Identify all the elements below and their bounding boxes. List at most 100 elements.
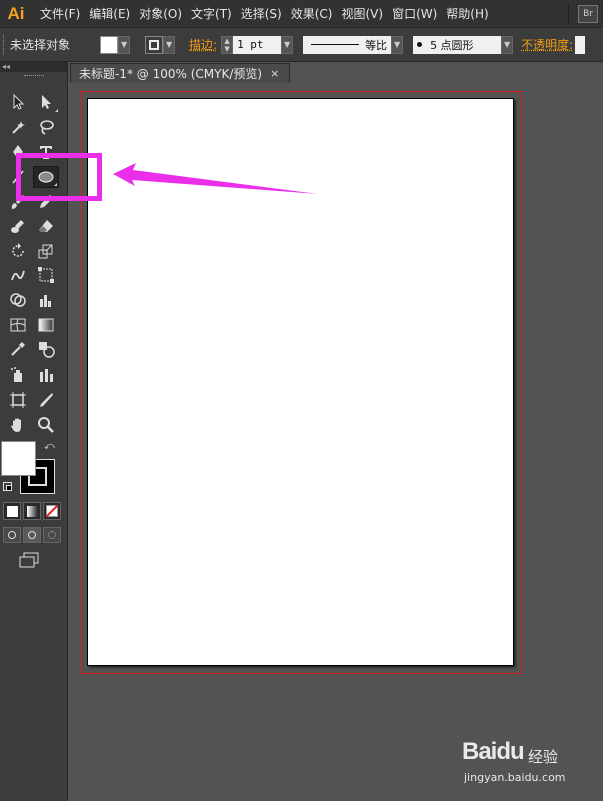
eraser-icon xyxy=(39,220,53,232)
slice-tool[interactable] xyxy=(33,389,59,411)
eyedropper-icon xyxy=(11,342,25,356)
symbol-sprayer-icon xyxy=(11,367,22,382)
rotate-icon xyxy=(12,243,24,257)
none-swatch-icon xyxy=(46,505,58,517)
brush-field: 5 点圆形 xyxy=(413,35,502,54)
magic-wand-icon xyxy=(12,121,25,134)
menu-edit[interactable]: 编辑(E) xyxy=(89,5,130,22)
shape-builder-tool[interactable] xyxy=(5,289,31,311)
artboard-tool[interactable] xyxy=(5,389,31,411)
watermark-cn: 经验 xyxy=(528,748,559,766)
menu-help[interactable]: 帮助(H) xyxy=(446,5,488,22)
magic-wand-tool[interactable] xyxy=(5,116,31,138)
column-graph-tool[interactable] xyxy=(33,364,59,386)
screen-mode-button[interactable] xyxy=(18,551,42,569)
menu-effect[interactable]: 效果(C) xyxy=(291,5,333,22)
stroke-swatch[interactable] xyxy=(145,35,164,54)
opacity-label[interactable]: 不透明度: xyxy=(521,36,573,53)
control-bar-grip[interactable] xyxy=(3,34,5,55)
scale-tool[interactable] xyxy=(33,240,59,262)
menu-separator xyxy=(568,4,569,24)
tools-panel-collapse[interactable]: ◂◂ xyxy=(0,62,67,72)
fill-swatch[interactable] xyxy=(100,35,119,54)
menu-type[interactable]: 文字(T) xyxy=(191,5,232,22)
lasso-tool[interactable] xyxy=(33,116,59,138)
draw-behind-button[interactable] xyxy=(23,527,41,543)
opacity-input[interactable] xyxy=(575,35,586,54)
blend-tool[interactable] xyxy=(33,338,59,360)
baidu-watermark: Baidu 经验 jingyan.baidu.com xyxy=(462,738,572,788)
column-graph-icon xyxy=(40,369,53,382)
chevron-down-icon[interactable]: ▼ xyxy=(163,35,176,54)
gradient-icon xyxy=(38,318,54,332)
brush-control[interactable]: 5 点圆形 ▼ xyxy=(413,35,514,54)
zoom-icon xyxy=(38,417,54,433)
slice-icon xyxy=(40,393,53,407)
selection-status: 未选择对象 xyxy=(10,38,71,52)
draw-inside-button[interactable] xyxy=(43,527,61,543)
chevron-down-icon[interactable]: ▼ xyxy=(501,35,514,54)
stroke-profile-value: 等比 xyxy=(365,38,388,52)
zoom-tool[interactable] xyxy=(33,414,59,436)
none-mode-button[interactable] xyxy=(43,502,61,520)
draw-normal-button[interactable] xyxy=(3,527,21,543)
free-transform-icon xyxy=(38,267,54,283)
selection-arrow-icon xyxy=(13,93,25,110)
menu-select[interactable]: 选择(S) xyxy=(241,5,282,22)
stroke-profile-line-icon xyxy=(311,44,360,45)
watermark-url: jingyan.baidu.com xyxy=(464,771,566,784)
direct-selection-icon xyxy=(42,95,51,109)
artboard[interactable] xyxy=(87,98,514,666)
close-icon[interactable]: × xyxy=(270,67,279,80)
fill-control[interactable]: ▼ xyxy=(100,35,131,54)
stroke-profile-control[interactable]: 等比 ▼ xyxy=(303,35,404,54)
warp-tool[interactable] xyxy=(5,264,31,286)
document-tab[interactable]: 未标题-1* @ 100% (CMYK/预览) × xyxy=(70,63,290,83)
menu-object[interactable]: 对象(O) xyxy=(139,5,182,22)
chevron-down-icon[interactable]: ▼ xyxy=(391,35,404,54)
mesh-tool[interactable] xyxy=(5,314,31,336)
menu-file[interactable]: 文件(F) xyxy=(40,5,80,22)
watermark-brand: Baidu xyxy=(462,738,525,765)
gradient-mode-button[interactable] xyxy=(23,502,41,520)
app-logo: Ai xyxy=(7,3,25,23)
blob-brush-tool[interactable] xyxy=(5,215,31,237)
eraser-tool[interactable] xyxy=(33,215,59,237)
eyedropper-tool[interactable] xyxy=(5,338,31,360)
free-transform-tool[interactable] xyxy=(33,264,59,286)
hand-icon xyxy=(11,418,21,432)
stroke-weight-input[interactable]: 1 pt xyxy=(233,35,282,54)
lasso-icon xyxy=(40,120,54,135)
control-bar: 未选择对象 ▼ ▼ 描边: ▲ ▼ 1 pt ▼ 等比 ▼ 5 点圆形 ▼ 不透明… xyxy=(0,28,603,62)
shape-builder-icon xyxy=(10,293,26,307)
graph-tool[interactable] xyxy=(33,289,59,311)
mesh-icon xyxy=(10,318,26,332)
hand-tool[interactable] xyxy=(5,414,31,436)
direct-selection-tool[interactable] xyxy=(33,91,59,113)
brush-value: 5 点圆形 xyxy=(430,38,474,52)
chevron-down-icon[interactable]: ▼ xyxy=(118,35,131,54)
menu-window[interactable]: 窗口(W) xyxy=(392,5,437,22)
stroke-control[interactable]: ▼ xyxy=(145,35,176,54)
stroke-profile-field: 等比 xyxy=(303,35,392,54)
menu-view[interactable]: 视图(V) xyxy=(341,5,383,22)
bar-graph-icon xyxy=(40,295,51,307)
bridge-button[interactable]: Br xyxy=(578,5,598,23)
blend-icon xyxy=(39,342,55,358)
selection-tool[interactable] xyxy=(5,91,31,113)
gradient-tool[interactable] xyxy=(33,314,59,336)
fill-color-swatch[interactable] xyxy=(1,441,36,476)
color-mode-button[interactable] xyxy=(3,502,21,520)
menu-bar: Ai 文件(F) 编辑(E) 对象(O) 文字(T) 选择(S) 效果(C) 视… xyxy=(0,0,603,28)
stroke-label[interactable]: 描边: xyxy=(189,36,217,53)
warp-icon xyxy=(11,270,25,281)
chevron-down-icon[interactable]: ▼ xyxy=(281,35,294,54)
tools-panel-grip[interactable] xyxy=(0,72,67,80)
stroke-weight-control[interactable]: ▲ ▼ 1 pt ▼ xyxy=(221,35,294,54)
stepper-icon[interactable]: ▲ ▼ xyxy=(221,35,234,54)
default-colors-icon[interactable] xyxy=(3,482,12,491)
symbol-sprayer-tool[interactable] xyxy=(5,364,31,386)
screen-mode-icon xyxy=(19,552,39,568)
swap-fill-stroke-icon[interactable]: ⤺ xyxy=(44,441,55,452)
rotate-tool[interactable] xyxy=(5,240,31,262)
